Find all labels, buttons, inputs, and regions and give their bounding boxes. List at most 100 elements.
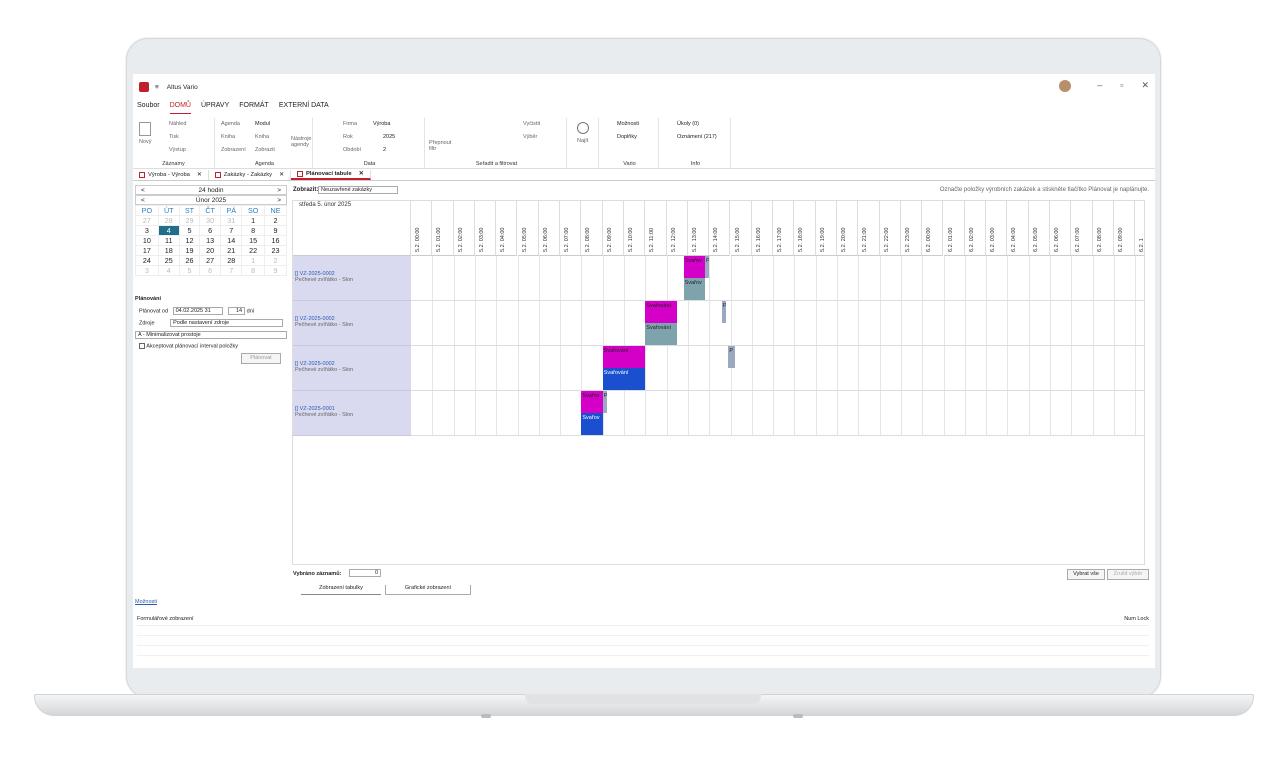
operation-bar[interactable]: P bbox=[728, 346, 735, 368]
cancel-select-button[interactable]: Zrušit výběr bbox=[1107, 569, 1149, 580]
calendar-day[interactable]: 16 bbox=[264, 235, 287, 246]
prev-arrow-icon[interactable]: < bbox=[141, 187, 145, 194]
menu-item[interactable]: Soubor bbox=[137, 102, 160, 114]
notifications-button[interactable]: Oznámení (217) bbox=[677, 134, 717, 140]
close-tab-icon[interactable]: ✕ bbox=[279, 172, 284, 178]
document-tab[interactable]: Plánovací tabule ✕ bbox=[290, 170, 371, 180]
calendar-day[interactable]: 2 bbox=[264, 215, 287, 226]
tools-button[interactable]: Nástroje agendy bbox=[291, 136, 313, 148]
prev-month-icon[interactable]: < bbox=[141, 197, 145, 204]
operation-bar[interactable]: Svařov bbox=[683, 278, 705, 300]
selection-button[interactable]: Výběr bbox=[523, 134, 537, 140]
firma-select[interactable]: Výroba bbox=[373, 121, 390, 127]
calendar-day[interactable]: 14 bbox=[220, 235, 243, 246]
calendar-day[interactable]: 9 bbox=[264, 265, 287, 276]
accept-checkbox[interactable] bbox=[139, 343, 145, 349]
calendar-day[interactable]: 27 bbox=[199, 255, 222, 266]
tab-graphic-view[interactable]: Grafické zobrazení bbox=[385, 585, 471, 595]
order-row-label[interactable]: [] VZ-2025-0002 Pečhevé zvířátko - Slon bbox=[293, 346, 411, 391]
tasks-button[interactable]: Úkoly (0) bbox=[677, 121, 699, 127]
print-button[interactable]: Tisk bbox=[169, 134, 179, 140]
options-button[interactable]: Možnosti bbox=[617, 121, 639, 127]
find-button[interactable]: Najít bbox=[577, 138, 588, 144]
maximize-icon[interactable]: ▫ bbox=[1120, 80, 1123, 91]
calendar-day[interactable]: 3 bbox=[135, 225, 159, 236]
calendar-day[interactable]: 26 bbox=[178, 255, 201, 266]
clear-button[interactable]: Vyčistit bbox=[523, 121, 540, 127]
show-button[interactable]: Zobrazit bbox=[255, 147, 275, 153]
tab-table-view[interactable]: Zobrazení tabulky bbox=[301, 585, 381, 595]
calendar-day[interactable]: 19 bbox=[178, 245, 201, 256]
options-link[interactable]: Možnosti bbox=[135, 599, 157, 605]
calendar-day[interactable]: 8 bbox=[241, 265, 266, 276]
calendar-day[interactable]: 24 bbox=[135, 255, 159, 266]
calendar-day[interactable]: 31 bbox=[220, 215, 243, 226]
calendar-day[interactable]: 28 bbox=[220, 255, 243, 266]
calendar-day[interactable]: 1 bbox=[241, 215, 266, 226]
minimize-icon[interactable]: – bbox=[1097, 80, 1102, 91]
addons-button[interactable]: Doplňky bbox=[617, 134, 637, 140]
show-select[interactable]: Neuzavřené zakázky bbox=[318, 186, 398, 194]
close-tab-icon[interactable]: ✕ bbox=[197, 172, 202, 178]
calendar-day[interactable]: 6 bbox=[199, 265, 222, 276]
calendar-day[interactable]: 5 bbox=[178, 225, 201, 236]
document-tab[interactable]: Výroba - Výroba ✕ bbox=[133, 170, 209, 180]
new-record-icon[interactable] bbox=[139, 122, 151, 136]
calendar-day[interactable]: 20 bbox=[199, 245, 222, 256]
operation-bar[interactable]: P bbox=[602, 391, 607, 413]
operation-bar[interactable]: Svařování bbox=[602, 368, 646, 390]
obdobi-input[interactable]: 2 bbox=[383, 147, 386, 153]
menu-item[interactable]: FORMÁT bbox=[239, 102, 269, 114]
new-button[interactable]: Nový bbox=[139, 139, 152, 145]
toggle-filter-button[interactable]: Přepnout filtr bbox=[429, 140, 455, 152]
menu-item[interactable]: DOMŮ bbox=[169, 102, 191, 114]
operation-bar[interactable]: Svařov bbox=[581, 413, 603, 435]
calendar-day[interactable]: 21 bbox=[220, 245, 243, 256]
document-tab[interactable]: Zakázky - Zakázky ✕ bbox=[209, 170, 291, 180]
plan-days-input[interactable]: 14 bbox=[228, 307, 246, 315]
calendar-day[interactable]: 11 bbox=[157, 235, 180, 246]
avatar[interactable] bbox=[1059, 80, 1071, 92]
menu-item[interactable]: ÚPRAVY bbox=[201, 102, 229, 114]
order-row-label[interactable]: [] VZ-2025-0002 Pečhevé zvířátko - Slon bbox=[293, 301, 411, 346]
calendar-day[interactable]: 18 bbox=[157, 245, 180, 256]
calendar-day[interactable]: 25 bbox=[157, 255, 180, 266]
calendar-day[interactable]: 28 bbox=[157, 215, 180, 226]
calendar-day[interactable]: 27 bbox=[135, 215, 159, 226]
calendar-day[interactable]: 3 bbox=[135, 265, 159, 276]
calendar-day[interactable]: 30 bbox=[199, 215, 222, 226]
agenda-button[interactable]: Agenda bbox=[221, 121, 240, 127]
order-row-label[interactable]: [] VZ-2025-0001 Pečhevé zvířátko - Slon bbox=[293, 391, 411, 436]
operation-bar[interactable]: Svařování bbox=[645, 323, 678, 345]
calendar-day[interactable]: 22 bbox=[241, 245, 266, 256]
order-row-label[interactable]: [] VZ-2025-0002 Pečhevé zvířátko - Slon bbox=[293, 256, 411, 301]
operation-bar[interactable]: P bbox=[704, 256, 710, 278]
close-tab-icon[interactable]: ✕ bbox=[359, 171, 364, 177]
calendar-day[interactable]: 4 bbox=[157, 225, 180, 236]
calendar-day[interactable]: 1 bbox=[241, 255, 266, 266]
menu-item[interactable]: EXTERNÍ DATA bbox=[279, 102, 329, 114]
plan-button[interactable]: Plánovat bbox=[241, 353, 281, 364]
module-button[interactable]: Modul bbox=[255, 121, 270, 127]
kniha-button[interactable]: Kniha bbox=[221, 134, 235, 140]
source-select[interactable]: Podle nastavení zdroje bbox=[170, 319, 284, 327]
operation-bar[interactable]: P bbox=[721, 301, 727, 323]
menu-icon[interactable]: ≡ bbox=[155, 84, 159, 91]
view-button[interactable]: Zobrazení bbox=[221, 147, 246, 153]
calendar-day[interactable]: 5 bbox=[178, 265, 201, 276]
next-arrow-icon[interactable]: > bbox=[277, 187, 281, 194]
calendar-day[interactable]: 4 bbox=[157, 265, 180, 276]
calendar-day[interactable]: 6 bbox=[199, 225, 222, 236]
operation-bar[interactable]: Svařování bbox=[602, 346, 646, 368]
calendar-day[interactable]: 2 bbox=[264, 255, 287, 266]
calendar-day[interactable]: 9 bbox=[264, 225, 287, 236]
calendar-day[interactable]: 7 bbox=[220, 225, 243, 236]
calendar-day[interactable]: 17 bbox=[135, 245, 159, 256]
calendar-day[interactable]: 13 bbox=[199, 235, 222, 246]
calendar-day[interactable]: 12 bbox=[178, 235, 201, 246]
close-icon[interactable]: ✕ bbox=[1141, 80, 1149, 91]
calendar-day[interactable]: 15 bbox=[241, 235, 266, 246]
operation-bar[interactable]: Svařování bbox=[645, 301, 678, 323]
calendar-day[interactable]: 7 bbox=[220, 265, 243, 276]
kniha2-button[interactable]: Kniha bbox=[255, 134, 269, 140]
